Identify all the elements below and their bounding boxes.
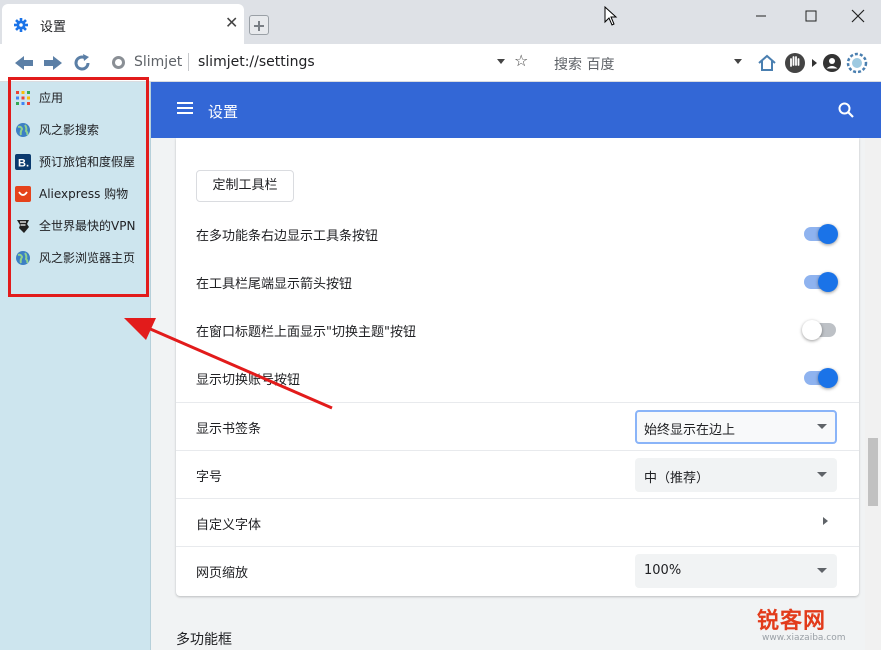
watermark-url: www.xiazaiba.com [762,633,846,643]
home-icon[interactable] [757,53,777,73]
settings-content: 定制工具栏 在多功能条右边显示工具条按钮 在工具栏尾端显示箭头按钮 在窗口标题栏… [151,138,865,650]
menu-gear-icon[interactable] [846,52,868,74]
address-dropdown-icon[interactable] [497,59,505,64]
setting-row-page-zoom: 网页缩放 100% [176,546,859,594]
setting-label: 在工具栏尾端显示箭头按钮 [196,277,353,292]
search-icon[interactable] [837,101,855,119]
setting-label: 显示书签条 [196,422,262,437]
annotation-highlight-box [8,77,149,297]
toggle-switch[interactable] [802,320,836,340]
setting-row-arrow-button: 在工具栏尾端显示箭头按钮 [176,258,859,306]
title-bar: 设置 ✕ [0,0,881,44]
setting-row-toolbar-buttons: 在多功能条右边显示工具条按钮 [176,210,859,258]
forward-icon[interactable] [42,53,64,73]
tab-title: 设置 [40,20,67,35]
setting-label: 自定义字体 [196,518,262,533]
account-icon[interactable] [822,53,842,73]
hamburger-menu-icon[interactable] [177,102,193,114]
setting-row-theme-button: 在窗口标题栏上面显示"切换主题"按钮 [176,306,859,354]
chevron-down-icon [817,424,827,429]
page-title: 设置 [208,103,239,121]
toggle-switch[interactable] [804,224,838,244]
customize-toolbar-button[interactable]: 定制工具栏 [196,170,294,202]
toggle-switch[interactable] [804,272,838,292]
setting-label: 在窗口标题栏上面显示"切换主题"按钮 [196,325,416,340]
site-info-icon[interactable] [112,56,125,69]
chevron-down-icon [817,568,827,573]
chevron-down-icon [817,472,827,477]
select-value: 中（推荐） [644,471,710,486]
mouse-cursor-icon [604,6,618,26]
setting-row-bookmark-bar: 显示书签条 始终显示在边上 [176,402,859,450]
search-engine-box[interactable]: 搜索 百度 [554,54,614,74]
settings-header: 设置 [151,82,881,138]
back-icon[interactable] [13,53,35,73]
setting-row-custom-fonts[interactable]: 自定义字体 [176,498,859,546]
minimize-icon[interactable] [746,6,776,26]
scrollbar[interactable] [865,138,881,650]
setting-label: 网页缩放 [196,566,249,581]
window-close-icon[interactable] [843,6,873,26]
chevron-right-icon [823,517,828,525]
scrollbar-thumb[interactable] [868,438,878,506]
setting-row-font-size: 字号 中（推荐） [176,450,859,498]
setting-label: 显示切换账号按钮 [196,373,301,388]
address-divider [188,53,189,71]
select-value: 始终显示在边上 [644,423,736,438]
site-name: Slimjet [134,54,183,70]
page-zoom-select[interactable]: 100% [635,554,837,588]
reload-icon[interactable] [72,53,92,73]
search-dropdown-icon[interactable] [734,59,742,64]
toggle-switch[interactable] [804,368,838,388]
section-title-omnibox: 多功能框 [176,632,232,648]
maximize-icon[interactable] [796,6,826,26]
setting-row-account-button: 显示切换账号按钮 [176,354,859,402]
gear-icon [14,18,28,32]
setting-label: 字号 [196,470,223,485]
watermark-logo: 锐客网 [757,609,827,634]
setting-label: 在多功能条右边显示工具条按钮 [196,229,379,244]
bookmark-bar-select[interactable]: 始终显示在边上 [635,410,837,444]
address-bar-url[interactable]: slimjet://settings [198,54,315,70]
arrow-right-icon[interactable] [811,53,819,73]
hand-icon[interactable] [784,52,806,74]
bookmark-star-icon[interactable]: ☆ [514,51,528,70]
tab-close-icon[interactable]: ✕ [225,15,238,31]
settings-card: 定制工具栏 在多功能条右边显示工具条按钮 在工具栏尾端显示箭头按钮 在窗口标题栏… [176,138,859,596]
font-size-select[interactable]: 中（推荐） [635,458,837,492]
select-value: 100% [644,563,682,578]
new-tab-button[interactable] [249,15,269,35]
tab-settings[interactable]: 设置 ✕ [2,4,244,44]
